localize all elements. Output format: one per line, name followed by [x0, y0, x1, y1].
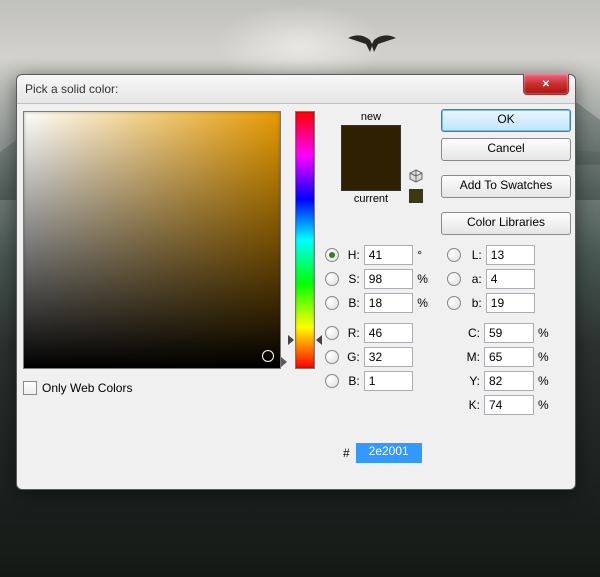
h-unit: °	[417, 248, 435, 262]
left-column: H: 41 ° S: 98 % B: 18 %	[325, 243, 435, 393]
b-rgb-row: B: 1	[325, 369, 435, 393]
hex-row: # 2e2001	[343, 443, 422, 463]
s-radio[interactable]	[325, 272, 339, 286]
new-color-swatch[interactable]	[342, 126, 400, 158]
y-label: Y:	[462, 374, 480, 388]
s-row: S: 98 %	[325, 267, 435, 291]
a-row: a: 4	[447, 267, 557, 291]
c-unit: %	[538, 326, 556, 340]
m-label: M:	[462, 350, 480, 364]
k-row: K: 74 %	[447, 393, 557, 417]
r-input[interactable]: 46	[364, 323, 413, 343]
b-hsb-row: B: 18 %	[325, 291, 435, 315]
h-radio[interactable]	[325, 248, 339, 262]
g-radio[interactable]	[325, 350, 339, 364]
r-row: R: 46	[325, 321, 435, 345]
window-title: Pick a solid color:	[25, 82, 118, 96]
a-radio[interactable]	[447, 272, 461, 286]
right-column: L: 13 a: 4 b: 19	[447, 243, 557, 417]
out-of-gamut-swatch[interactable]	[409, 189, 423, 203]
eagle-icon	[348, 32, 396, 52]
b-lab-label: b:	[464, 296, 482, 310]
close-icon: ✕	[542, 79, 550, 90]
close-button[interactable]: ✕	[523, 74, 569, 95]
only-web-colors-row: Only Web Colors	[23, 381, 132, 395]
button-column: OK Cancel Add To Swatches Color Librarie…	[441, 109, 569, 241]
m-unit: %	[538, 350, 556, 364]
a-input[interactable]: 4	[486, 269, 535, 289]
dialog-body: new current OK Cancel Add To Swatches Co…	[17, 103, 575, 489]
b-lab-radio[interactable]	[447, 296, 461, 310]
y-input[interactable]: 82	[484, 371, 534, 391]
color-preview: new current	[331, 111, 411, 207]
b-lab-input[interactable]: 19	[486, 293, 535, 313]
b-rgb-radio[interactable]	[325, 374, 339, 388]
hex-input[interactable]: 2e2001	[356, 443, 422, 463]
b-lab-row: b: 19	[447, 291, 557, 315]
m-input[interactable]: 65	[484, 347, 534, 367]
color-field-marker[interactable]	[262, 350, 274, 362]
l-input[interactable]: 13	[486, 245, 535, 265]
field-slider-arrow	[281, 357, 287, 367]
current-label: current	[331, 193, 411, 205]
m-row: M: 65 %	[447, 345, 557, 369]
color-libraries-button[interactable]: Color Libraries	[441, 212, 571, 235]
l-label: L:	[464, 248, 482, 262]
g-label: G:	[342, 350, 360, 364]
preview-swatch[interactable]	[341, 125, 401, 191]
c-label: C:	[462, 326, 480, 340]
k-label: K:	[462, 398, 480, 412]
s-input[interactable]: 98	[364, 269, 413, 289]
b-rgb-label: B:	[342, 374, 360, 388]
s-label: S:	[342, 272, 360, 286]
y-unit: %	[538, 374, 556, 388]
c-row: C: 59 %	[447, 321, 557, 345]
a-label: a:	[464, 272, 482, 286]
h-row: H: 41 °	[325, 243, 435, 267]
l-radio[interactable]	[447, 248, 461, 262]
hue-slider-handle-left[interactable]	[288, 335, 294, 345]
y-row: Y: 82 %	[447, 369, 557, 393]
add-to-swatches-button[interactable]: Add To Swatches	[441, 175, 571, 198]
b-hsb-unit: %	[417, 296, 435, 310]
cube-icon[interactable]	[409, 169, 423, 183]
b-rgb-input[interactable]: 1	[364, 371, 413, 391]
hue-slider-handle-right[interactable]	[316, 335, 322, 345]
k-input[interactable]: 74	[484, 395, 534, 415]
g-input[interactable]: 32	[364, 347, 413, 367]
new-label: new	[331, 111, 411, 123]
g-row: G: 32	[325, 345, 435, 369]
color-field[interactable]	[23, 111, 281, 369]
b-hsb-radio[interactable]	[325, 296, 339, 310]
current-color-swatch[interactable]	[342, 158, 400, 190]
only-web-colors-checkbox[interactable]	[23, 381, 37, 395]
c-input[interactable]: 59	[484, 323, 534, 343]
hue-slider[interactable]	[295, 111, 315, 369]
b-hsb-input[interactable]: 18	[364, 293, 413, 313]
k-unit: %	[538, 398, 556, 412]
h-label: H:	[342, 248, 360, 262]
l-row: L: 13	[447, 243, 557, 267]
value-grid: H: 41 ° S: 98 % B: 18 %	[325, 243, 567, 481]
titlebar[interactable]: Pick a solid color: ✕	[17, 75, 575, 104]
cancel-button[interactable]: Cancel	[441, 138, 571, 161]
r-radio[interactable]	[325, 326, 339, 340]
only-web-colors-label: Only Web Colors	[42, 381, 132, 395]
color-picker-dialog: Pick a solid color: ✕ new current OK	[16, 74, 576, 490]
hex-hash: #	[343, 446, 350, 460]
r-label: R:	[342, 326, 360, 340]
b-hsb-label: B:	[342, 296, 360, 310]
ok-button[interactable]: OK	[441, 109, 571, 132]
s-unit: %	[417, 272, 435, 286]
h-input[interactable]: 41	[364, 245, 413, 265]
